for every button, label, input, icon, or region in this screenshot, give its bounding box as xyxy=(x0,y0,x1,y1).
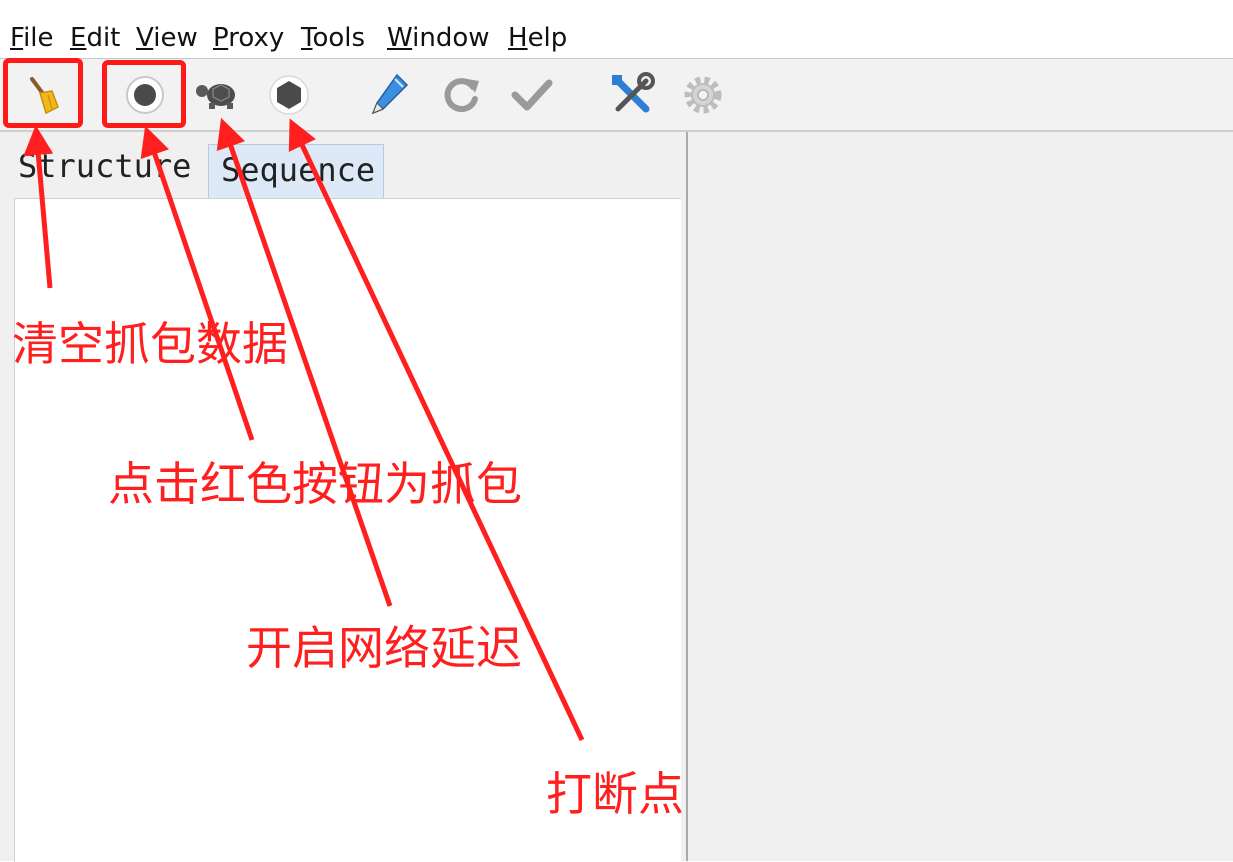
menu-edit[interactable]: Edit xyxy=(70,22,120,54)
menu-bar: File Edit View Proxy Tools Window Help xyxy=(0,0,1233,59)
tab-structure[interactable]: Structure xyxy=(4,140,206,198)
detail-pane xyxy=(688,132,1233,861)
turtle-icon xyxy=(196,83,235,109)
menu-help[interactable]: Help xyxy=(508,22,567,54)
session-tree[interactable] xyxy=(14,198,681,862)
gear-icon xyxy=(684,76,722,113)
tab-sequence[interactable]: Sequence xyxy=(208,144,384,198)
tools-icon xyxy=(612,71,655,112)
edit-button[interactable] xyxy=(364,59,414,130)
check-icon xyxy=(511,79,553,110)
validate-button[interactable] xyxy=(506,59,556,130)
throttle-button[interactable] xyxy=(192,59,242,130)
menu-window[interactable]: Window xyxy=(387,22,490,54)
settings-button[interactable] xyxy=(678,59,728,130)
annotation-clear: 清空抓包数据 xyxy=(12,317,288,371)
annotation-breakpoint: 打断点 xyxy=(546,767,684,821)
menu-tools[interactable]: Tools xyxy=(301,22,365,54)
repeat-button[interactable] xyxy=(436,59,486,130)
highlight-record-button xyxy=(102,60,186,128)
breakpoint-icon xyxy=(269,74,309,115)
highlight-clear-button xyxy=(3,58,83,128)
breakpoint-button[interactable] xyxy=(264,59,314,130)
menu-view[interactable]: View xyxy=(136,22,198,54)
refresh-icon xyxy=(444,77,479,112)
menu-proxy[interactable]: Proxy xyxy=(213,22,284,54)
annotation-throttle: 开启网络延迟 xyxy=(246,621,522,675)
tools-button[interactable] xyxy=(604,59,660,130)
pen-icon xyxy=(371,73,409,114)
menu-file[interactable]: File xyxy=(10,22,54,54)
annotation-record: 点击红色按钮为抓包 xyxy=(108,457,522,511)
